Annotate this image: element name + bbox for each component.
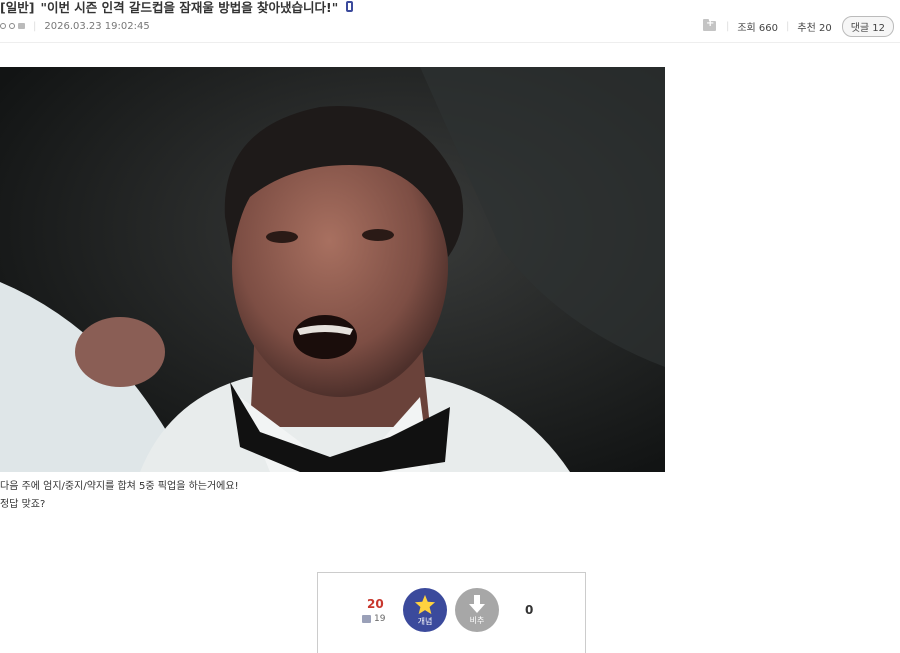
post-image[interactable] (0, 67, 665, 472)
comment-count-button[interactable]: 댓글 12 (841, 15, 894, 37)
post-title: "이번 시즌 인격 갈드컵을 잠재울 방법을 찾아냈습니다!" (40, 0, 339, 15)
down-arrow-icon (469, 595, 485, 613)
header-divider (0, 42, 900, 43)
body-line: 다음 주에 엄지/중지/약지를 합쳐 5중 픽업을 하는거에요! (0, 481, 239, 492)
nick-badge-icon (18, 23, 25, 29)
fixed-user-icon (362, 615, 371, 623)
upvote-button[interactable]: 개념 (403, 588, 447, 632)
nick-circle-icon (0, 23, 6, 29)
downvote-count: 0 (525, 603, 534, 617)
view-count: 조회 660 (737, 22, 778, 34)
mobile-icon (346, 0, 354, 12)
downvote-label: 비추 (469, 616, 485, 625)
fixed-upvote-count: 19 (362, 614, 385, 624)
post-category: [일반] (0, 0, 35, 15)
upvote-count: 20 (367, 597, 384, 611)
upvote-label: 개념 (417, 616, 433, 626)
post-title-row: [일반] "이번 시즌 인격 갈드컵을 잠재울 방법을 찾아냈습니다!" (0, 0, 354, 16)
meta-separator: | (725, 20, 730, 32)
post-stats: | 조회 660 | 추천 20 댓글 12 (702, 15, 894, 37)
post-body: 다음 주에 엄지/중지/약지를 합쳐 5중 픽업을 하는거에요! 정답 맞죠? (0, 478, 239, 514)
body-line: 정답 맞죠? (0, 499, 46, 510)
vote-box: 20 19 개념 비추 0 (317, 572, 586, 653)
folder-add-icon[interactable] (702, 18, 716, 31)
fixed-upvote-number: 19 (374, 614, 386, 624)
post-meta: | 2026.03.23 19:02:45 (0, 18, 150, 34)
meta-separator: | (786, 20, 790, 32)
meta-separator: | (33, 20, 37, 32)
author-nick[interactable] (0, 23, 25, 29)
downvote-button[interactable]: 비추 (455, 588, 499, 632)
post-date: 2026.03.23 19:02:45 (44, 20, 150, 32)
recommend-count: 추천 20 (797, 22, 832, 34)
star-icon (414, 594, 436, 614)
nick-circle-icon (9, 23, 15, 29)
